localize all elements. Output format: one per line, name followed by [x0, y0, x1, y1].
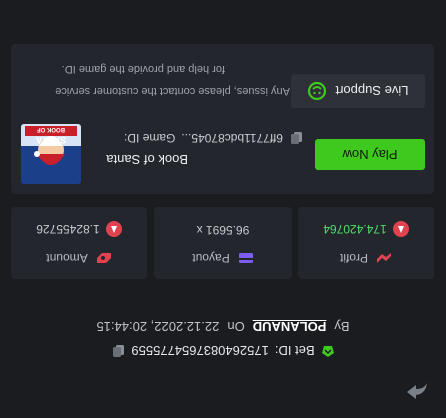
game-id-value: 6ff7711bdc87045... — [181, 131, 283, 145]
profit-value: 174.420764 — [323, 222, 387, 236]
payout-icon — [238, 253, 253, 263]
amount-label: Amount — [46, 251, 88, 265]
bet-datetime: 22.12.2022, 20:44:15 — [96, 319, 220, 335]
live-support-button[interactable]: Live Support — [291, 74, 425, 108]
bet-icon — [321, 346, 334, 357]
profit-label: Profit — [340, 251, 369, 265]
game-id-row: 6ff7711bdc87045... Game ID: — [124, 131, 303, 145]
amount-value: 1.82455726 — [36, 222, 100, 236]
coin-icon — [105, 221, 122, 237]
share-icon — [407, 383, 427, 399]
copy-game-id-icon[interactable] — [289, 131, 303, 145]
payout-card: Payout 96.5691 x — [154, 207, 292, 279]
amount-icon — [96, 253, 111, 263]
play-now-button[interactable]: Play Now — [315, 139, 425, 170]
help-text-line2: for help and provide the game ID. — [61, 63, 225, 75]
copy-bet-id-icon[interactable] — [111, 344, 125, 358]
amount-card: Amount 1.82455726 — [11, 207, 147, 279]
bet-id-row: Bet ID: 1752640837654775559 — [0, 340, 446, 362]
profit-icon — [377, 253, 392, 263]
coin-icon — [392, 221, 409, 237]
thumb-subtitle: BOOK OF — [37, 126, 65, 132]
bet-id-label: Bet ID: — [274, 343, 315, 359]
bet-id-value: 1752640837654775559 — [131, 343, 269, 359]
profit-card: Profit 174.420764 — [298, 207, 434, 279]
game-thumbnail[interactable]: BOOK OF SANTA — [21, 124, 81, 184]
game-id-label: Game ID: — [123, 131, 176, 145]
chat-smile-icon — [308, 81, 327, 101]
payout-label: Payout — [192, 251, 230, 265]
thumb-title: SANTA — [35, 135, 66, 145]
bet-meta-row: By POLANAUD On 22.12.2022, 20:44:15 — [0, 316, 446, 338]
share-button[interactable] — [402, 376, 432, 406]
live-support-label: Live Support — [335, 83, 409, 99]
username-link[interactable]: POLANAUD — [253, 320, 327, 335]
on-label: On — [227, 319, 245, 335]
game-thumbnail-art: BOOK OF SANTA — [21, 124, 81, 184]
by-label: By — [334, 319, 350, 335]
payout-value: 96.5691 x — [196, 223, 250, 237]
help-text-line1: Any issues, please contact the customer … — [55, 85, 290, 97]
